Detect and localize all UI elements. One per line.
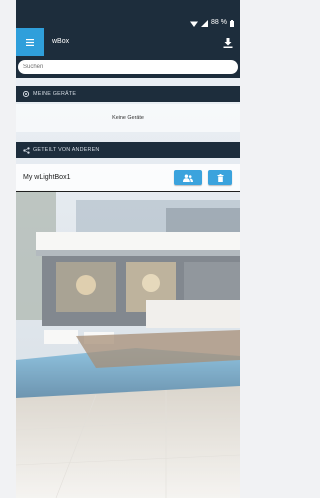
section-title-my-devices: MEINE GERÄTE — [33, 91, 77, 97]
empty-devices-message: Keine Geräte — [16, 104, 240, 132]
list-item-device[interactable]: My wLightBox1 — [16, 164, 240, 192]
section-title-shared: GETEILT VON ANDEREN — [33, 147, 100, 153]
battery-text: 88 % — [211, 19, 227, 26]
section-header-shared: GETEILT VON ANDEREN — [16, 142, 240, 158]
trash-icon — [217, 173, 223, 182]
app-title: wBox — [52, 38, 70, 45]
delete-button[interactable] — [208, 170, 232, 185]
section-header-my-devices: MEINE GERÄTE — [16, 86, 240, 102]
search-input[interactable] — [18, 60, 238, 74]
battery-icon — [230, 19, 234, 27]
download-button[interactable] — [222, 36, 234, 48]
share-icon — [22, 146, 30, 154]
device-name: My wLightBox1 — [23, 174, 71, 181]
hamburger-menu-icon — [26, 38, 34, 46]
menu-button[interactable] — [16, 28, 44, 56]
app-screen: 88 % wBox MEINE GER — [16, 0, 240, 498]
wifi-icon — [190, 20, 199, 27]
device-icon — [22, 90, 30, 98]
status-icons: 88 % — [190, 19, 234, 27]
app-bar: wBox — [16, 28, 240, 56]
download-icon — [223, 38, 233, 48]
search-bar — [16, 56, 240, 78]
share-users-icon — [183, 174, 193, 182]
cell-signal-icon — [201, 19, 209, 27]
share-users-button[interactable] — [174, 170, 202, 185]
status-bar: 88 % — [16, 0, 240, 28]
